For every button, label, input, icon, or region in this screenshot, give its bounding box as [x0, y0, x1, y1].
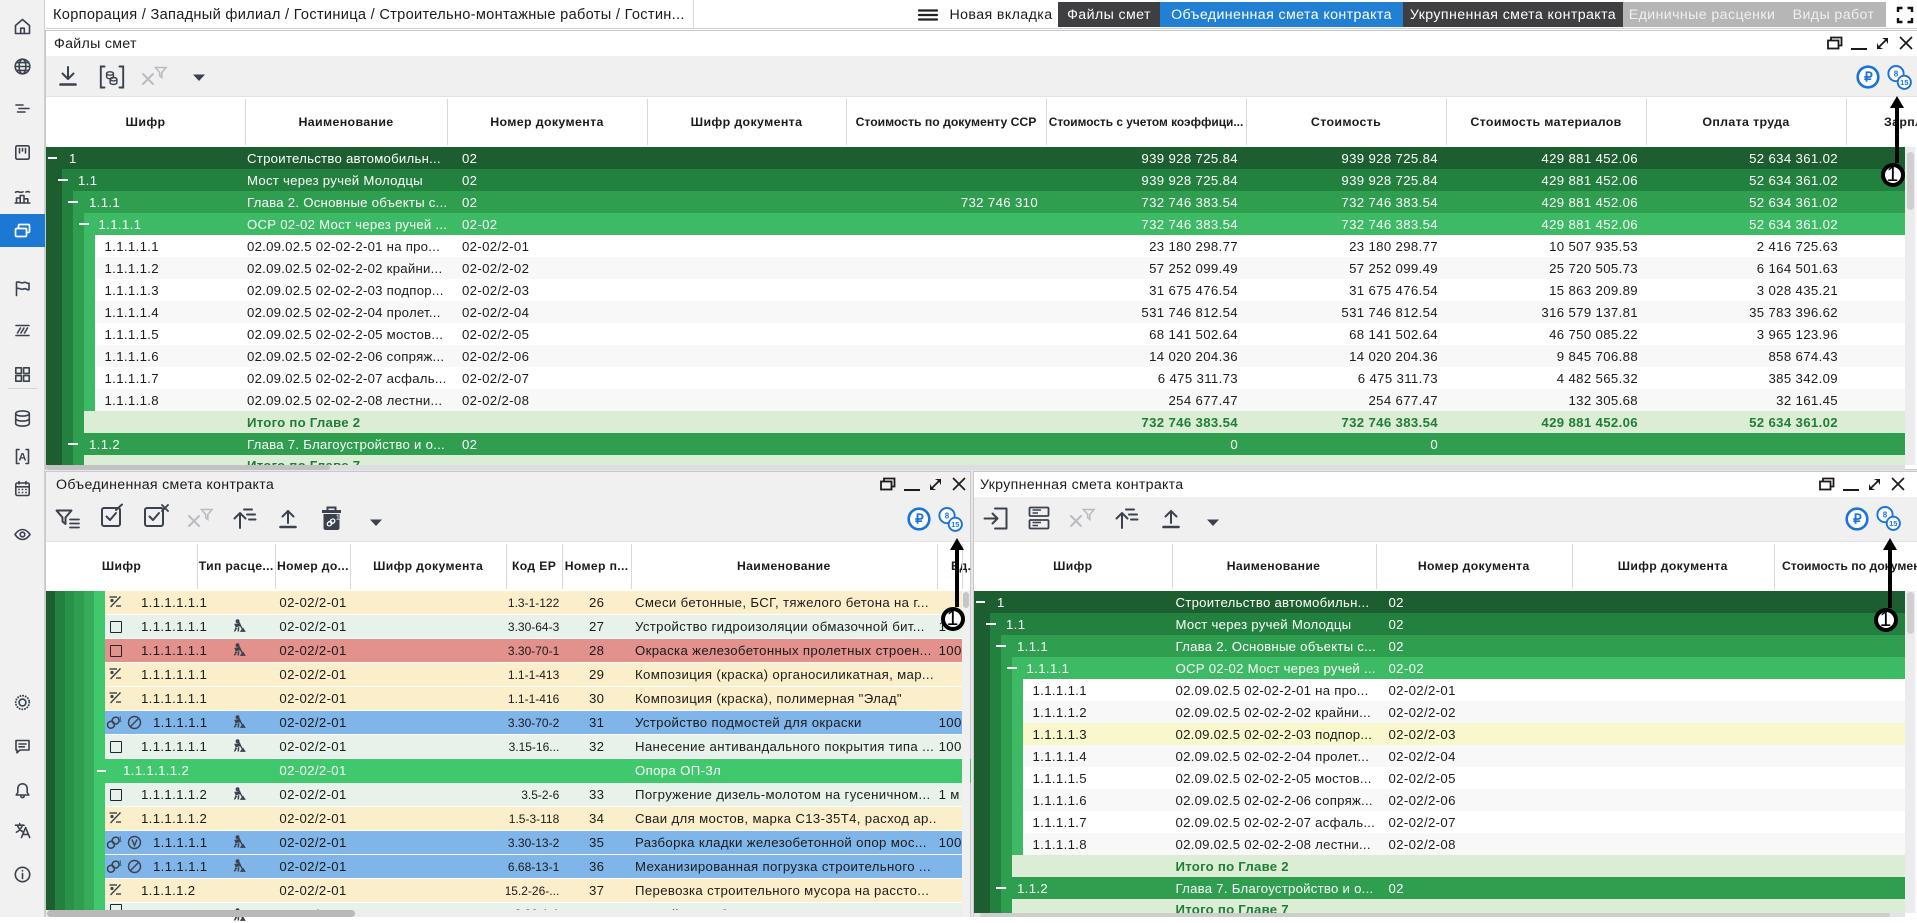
svg-text:1: 1 — [119, 836, 123, 843]
svg-text:1: 1 — [119, 860, 123, 867]
svg-text:₽: ₽ — [1864, 70, 1873, 85]
svg-text:8: 8 — [1894, 69, 1899, 78]
svg-text:15: 15 — [1889, 519, 1897, 528]
svg-text:A: A — [19, 452, 27, 464]
svg-text:8: 8 — [1883, 510, 1888, 519]
svg-text:15: 15 — [951, 520, 959, 529]
svg-text:₽: ₽ — [915, 512, 924, 527]
svg-text:1: 1 — [119, 716, 123, 723]
svg-text:15: 15 — [1900, 78, 1908, 87]
svg-text:1: 1 — [336, 513, 340, 522]
svg-text:₽: ₽ — [1853, 512, 1862, 527]
svg-text:8: 8 — [945, 511, 950, 520]
